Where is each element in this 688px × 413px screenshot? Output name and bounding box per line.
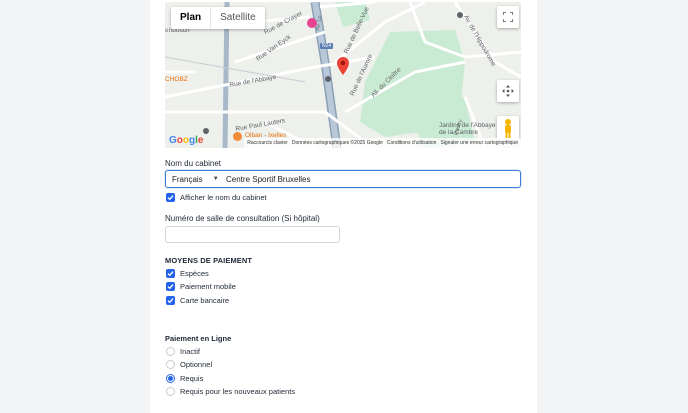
google-logo: Google	[169, 135, 204, 146]
radio-button[interactable]	[166, 347, 175, 356]
online-payment-option-required[interactable]: Requis	[166, 374, 203, 383]
report-error-link[interactable]: Signaler une erreur cartographique	[440, 140, 518, 146]
poi-jardins: Jardins de l'Abbaye de la Cambre	[439, 122, 496, 136]
street-view-pegman[interactable]	[497, 116, 519, 140]
show-cabinet-name-label: Afficher le nom du cabinet	[180, 193, 267, 202]
online-payment-option-optional[interactable]: Optionnel	[166, 360, 212, 369]
terms-link[interactable]: Conditions d'utilisation	[387, 140, 437, 146]
olban-icon	[233, 132, 242, 141]
language-select[interactable]: Français ▼	[166, 175, 222, 184]
payment-option-label: Paiement mobile	[180, 282, 236, 291]
map-attribution: Raccourcis clavier Données cartographiqu…	[244, 138, 521, 148]
chevron-down-icon: ▼	[212, 176, 219, 182]
online-payment-option-required-new[interactable]: Requis pour les nouveaux patients	[166, 387, 295, 396]
metro-icon	[325, 76, 331, 82]
radio-button[interactable]	[166, 360, 175, 369]
payment-option-mobile[interactable]: Paiement mobile	[166, 282, 236, 291]
payment-option-card[interactable]: Carte bancaire	[166, 296, 229, 305]
shopping-icon	[307, 18, 317, 28]
fullscreen-button[interactable]	[497, 6, 519, 28]
online-payment-title: Paiement en Ligne	[165, 334, 232, 343]
show-cabinet-name-checkbox[interactable]: Afficher le nom du cabinet	[166, 193, 267, 202]
map[interactable]: Rue de Crayer Rue Van Eyck Rue de l'Abba…	[165, 2, 521, 148]
radio-button-selected[interactable]	[166, 374, 175, 383]
map-data-text: Données cartographiques ©2025 Google	[291, 140, 383, 146]
online-payment-option-label: Requis pour les nouveaux patients	[180, 387, 296, 396]
fullscreen-icon	[503, 12, 513, 22]
cabinet-name-label: Nom du cabinet	[165, 159, 222, 168]
payment-methods-title: MOYENS DE PAIEMENT	[165, 256, 253, 265]
map-type-plan[interactable]: Plan	[171, 7, 210, 29]
payment-option-label: Carte bancaire	[180, 296, 230, 305]
checkbox-checked-icon[interactable]	[166, 269, 175, 278]
checkbox-checked-icon[interactable]	[166, 193, 175, 202]
room-number-label: Numéro de salle de consultation (Si hôpi…	[165, 214, 320, 223]
poi-left-2: CHOBZ	[165, 76, 188, 83]
pegman-icon	[505, 119, 511, 138]
map-type-toggle[interactable]: Plan Satellite	[171, 7, 265, 29]
camera-control-button[interactable]	[497, 80, 519, 102]
payment-option-cash[interactable]: Espèces	[166, 269, 209, 278]
checkbox-checked-icon[interactable]	[166, 282, 175, 291]
metro-icon	[203, 128, 209, 134]
online-payment-option-label: Requis	[180, 374, 204, 383]
radio-button[interactable]	[166, 387, 175, 396]
payment-option-label: Espèces	[180, 269, 209, 278]
location-marker-icon[interactable]	[337, 57, 349, 75]
online-payment-option-label: Inactif	[180, 347, 201, 356]
move-arrows-icon	[502, 85, 514, 97]
language-select-value: Français	[172, 174, 203, 184]
cabinet-name-value[interactable]: Centre Sportif Bruxelles	[226, 175, 310, 184]
keyboard-shortcuts-link[interactable]: Raccourcis clavier	[247, 140, 288, 146]
online-payment-option-label: Optionnel	[180, 360, 213, 369]
room-number-input[interactable]	[165, 226, 340, 243]
online-payment-option-inactive[interactable]: Inactif	[166, 347, 200, 356]
checkbox-checked-icon[interactable]	[166, 296, 175, 305]
map-type-satellite[interactable]: Satellite	[210, 7, 265, 29]
cabinet-name-field[interactable]: Français ▼ Centre Sportif Bruxelles	[165, 170, 521, 188]
metro-icon	[457, 12, 463, 18]
route-badge: N24	[320, 43, 334, 49]
